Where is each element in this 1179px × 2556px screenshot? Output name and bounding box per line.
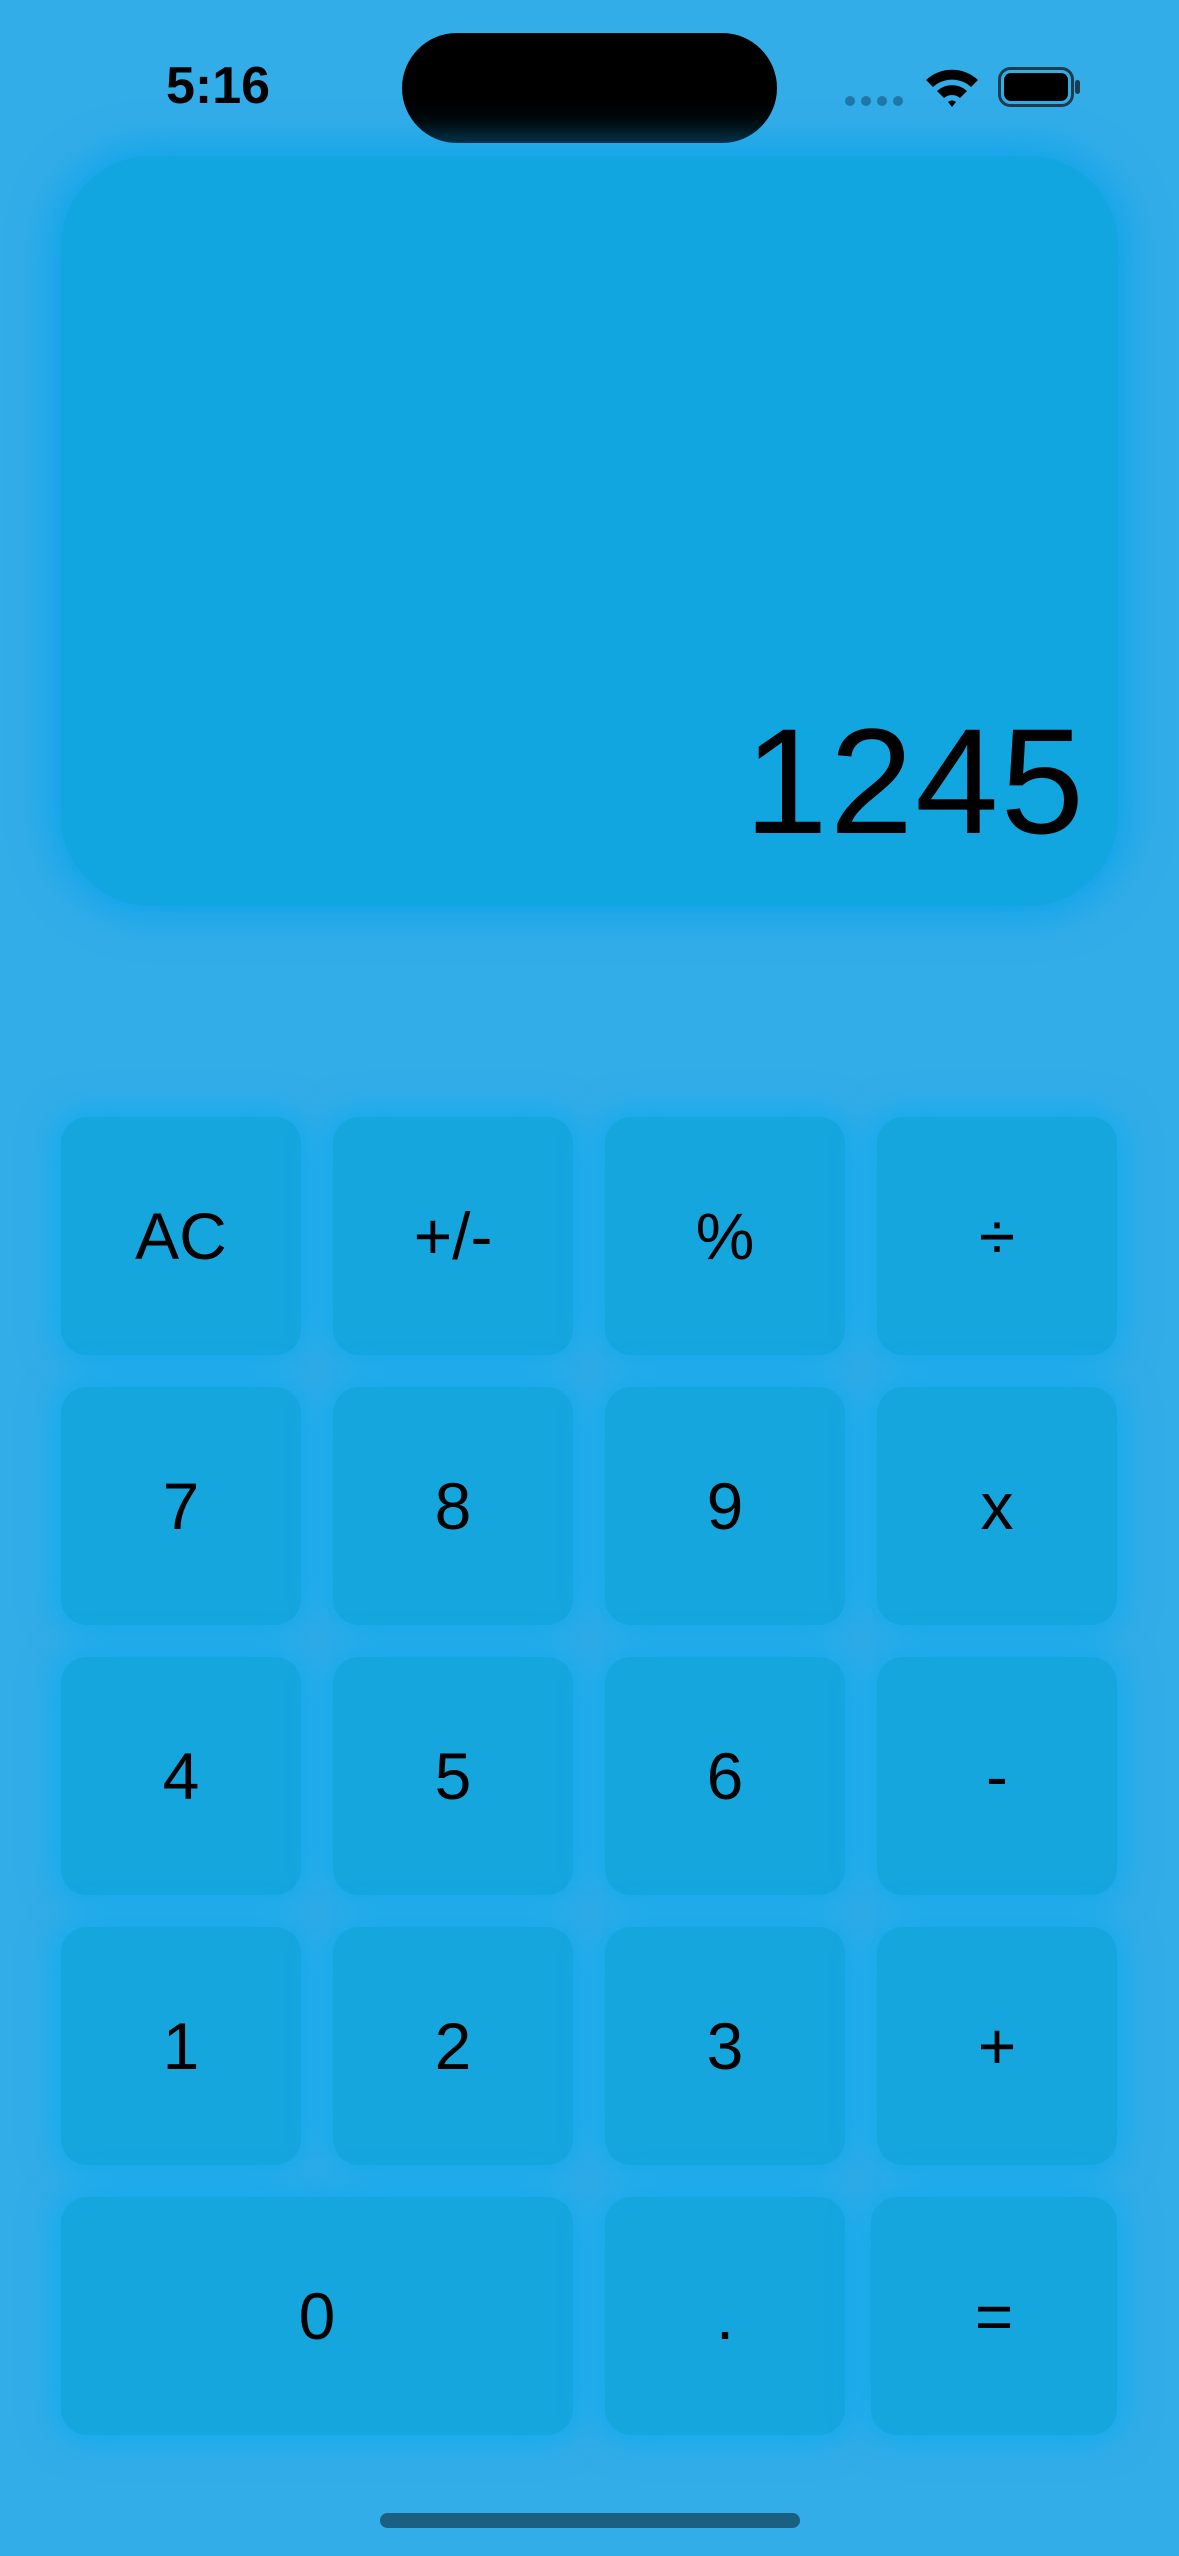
digit-0-button[interactable]: 0 [61,2197,573,2435]
decimal-button[interactable]: . [605,2197,845,2435]
equals-button[interactable]: = [871,2197,1117,2435]
clear-button[interactable]: AC [61,1117,301,1355]
digit-3-button[interactable]: 3 [605,1927,845,2165]
multiply-button[interactable]: x [877,1387,1117,1625]
digit-2-button[interactable]: 2 [333,1927,573,2165]
percent-button[interactable]: % [605,1117,845,1355]
digit-1-button[interactable]: 1 [61,1927,301,2165]
keypad: AC +/- % ÷ 7 8 9 x 4 5 6 - 1 2 3 + 0 . = [0,0,1179,2556]
digit-8-button[interactable]: 8 [333,1387,573,1625]
divide-button[interactable]: ÷ [877,1117,1117,1355]
digit-7-button[interactable]: 7 [61,1387,301,1625]
digit-5-button[interactable]: 5 [333,1657,573,1895]
digit-6-button[interactable]: 6 [605,1657,845,1895]
digit-9-button[interactable]: 9 [605,1387,845,1625]
add-button[interactable]: + [877,1927,1117,2165]
home-indicator[interactable] [380,2513,800,2528]
subtract-button[interactable]: - [877,1657,1117,1895]
toggle-sign-button[interactable]: +/- [333,1117,573,1355]
digit-4-button[interactable]: 4 [61,1657,301,1895]
